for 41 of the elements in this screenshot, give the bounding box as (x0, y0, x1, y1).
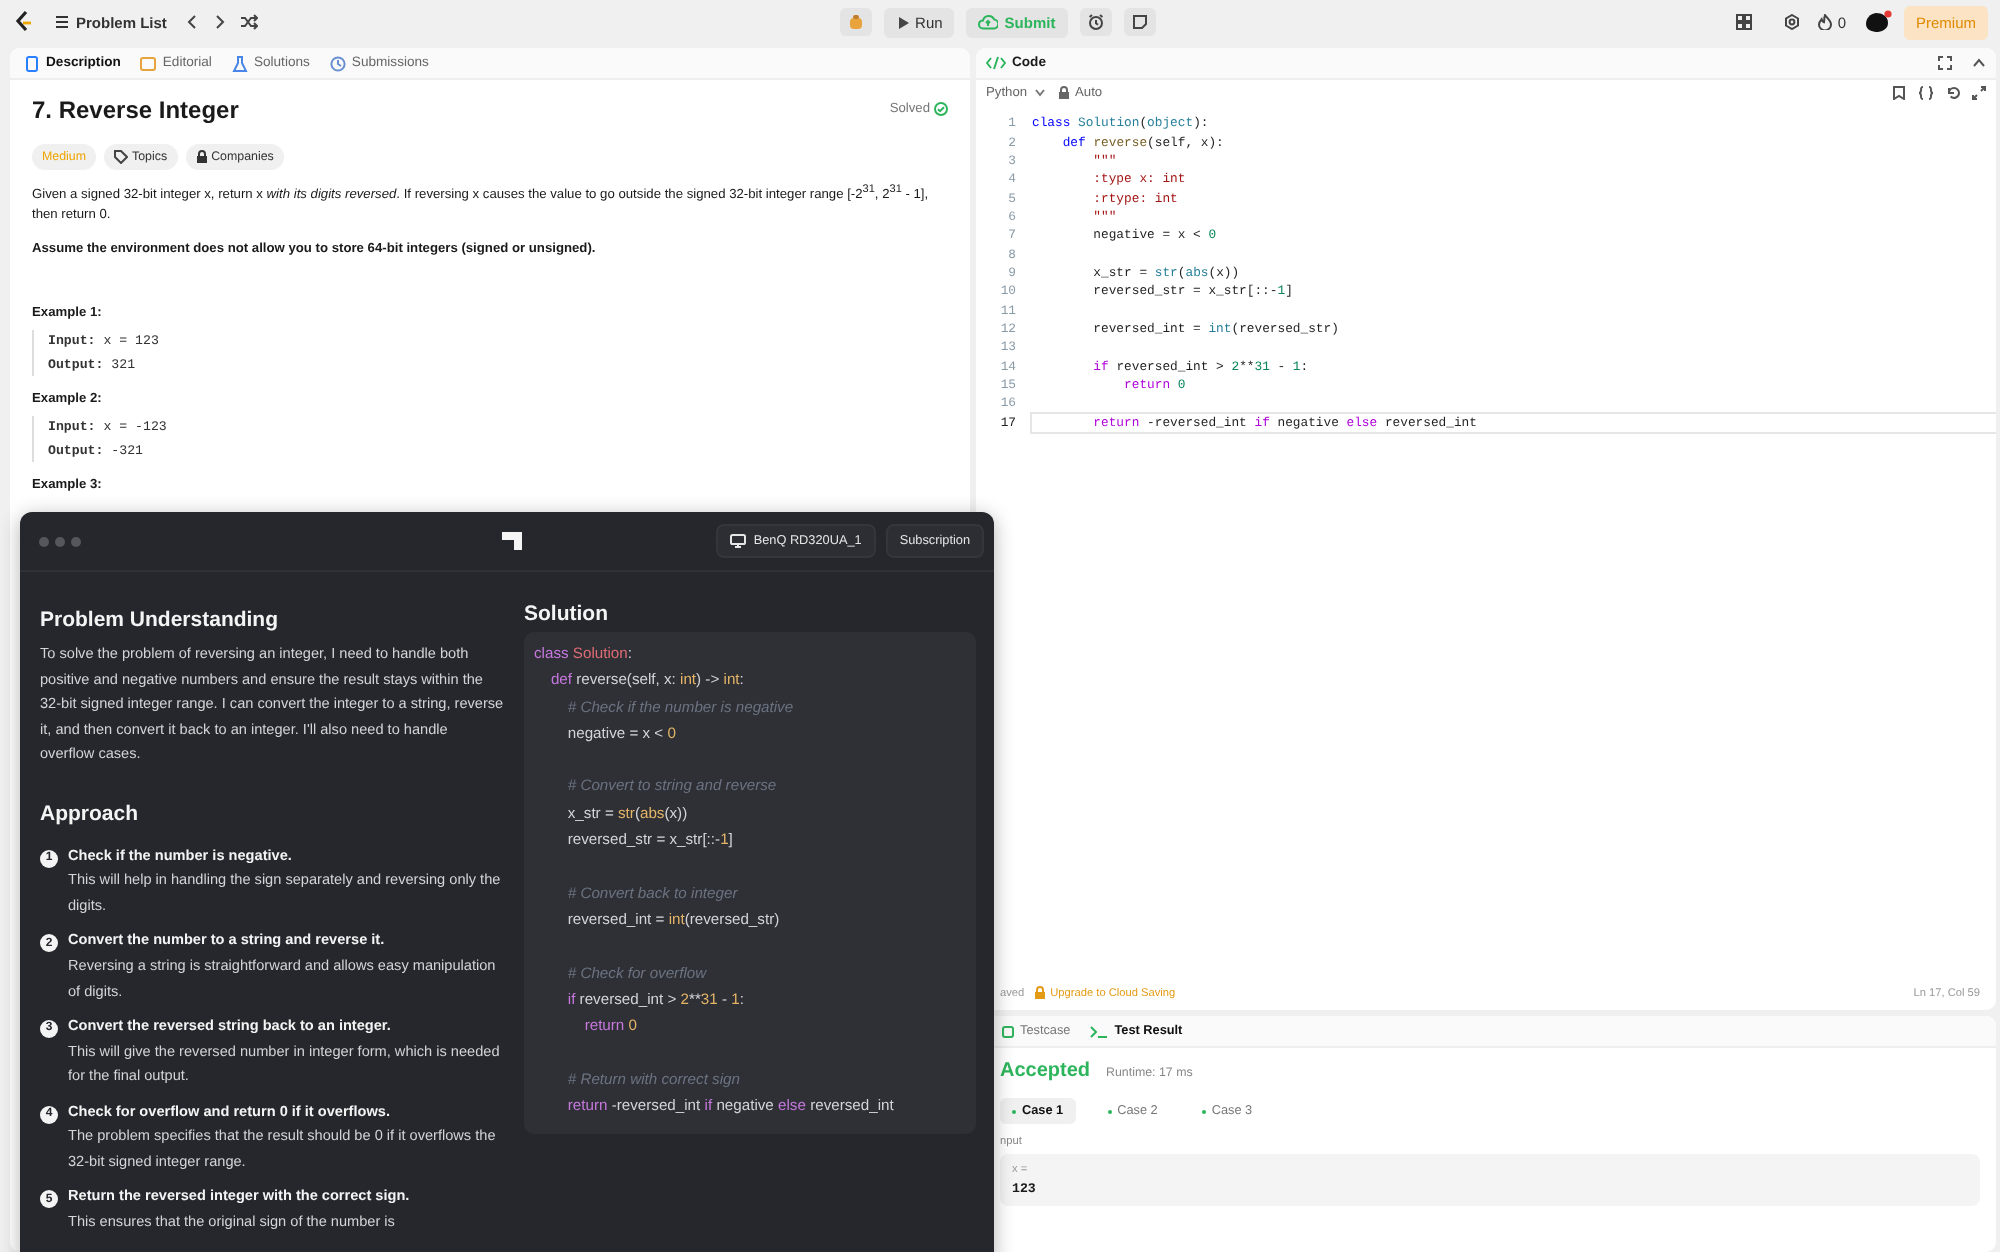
avatar-icon[interactable] (1863, 10, 1892, 34)
flame-icon (1817, 14, 1832, 30)
note-icon (1131, 14, 1148, 30)
debug-button[interactable] (839, 8, 872, 36)
shuffle-icon[interactable] (240, 14, 259, 30)
monitor-icon (729, 534, 746, 548)
checkbox-icon (1002, 1025, 1014, 1037)
expand-icon[interactable] (1972, 86, 1986, 100)
app-logo-icon (501, 532, 522, 550)
undo-icon[interactable] (1946, 86, 1960, 100)
layout-grid-icon[interactable] (1735, 14, 1752, 30)
problem-title: 7. Reverse Integer (32, 94, 239, 128)
alarm-clock-icon (1087, 14, 1104, 30)
lock-icon (1057, 86, 1070, 100)
chevron-left-icon[interactable] (184, 14, 201, 30)
braces-icon[interactable] (1918, 86, 1934, 100)
section-heading: Problem Understanding (40, 606, 281, 636)
logo-icon[interactable] (12, 10, 36, 34)
chevron-right-icon[interactable] (212, 14, 229, 30)
tag-icon (114, 150, 129, 165)
terminal-icon (1090, 1025, 1109, 1037)
code-icon (986, 56, 1006, 70)
alarm-button[interactable] (1079, 8, 1112, 36)
clock-icon (329, 55, 346, 71)
lock-icon (1034, 986, 1047, 1000)
section-heading: Approach (40, 799, 141, 830)
note-button[interactable] (1123, 8, 1156, 36)
section-heading: Solution (524, 602, 610, 626)
document-icon (24, 55, 40, 71)
verdict-text: Accepted (1000, 1060, 1091, 1082)
flask-icon (231, 55, 248, 71)
chevron-down-icon (1033, 88, 1046, 98)
settings-icon[interactable] (1783, 14, 1800, 30)
check-circle-icon (934, 102, 948, 117)
bookmark-icon[interactable] (1892, 86, 1906, 100)
chevron-up-icon[interactable] (1972, 56, 1986, 70)
cloud-upload-icon (978, 14, 999, 30)
lock-icon (195, 150, 208, 165)
fullscreen-icon[interactable] (1938, 56, 1952, 70)
play-icon (895, 15, 910, 29)
list-icon (54, 14, 70, 30)
